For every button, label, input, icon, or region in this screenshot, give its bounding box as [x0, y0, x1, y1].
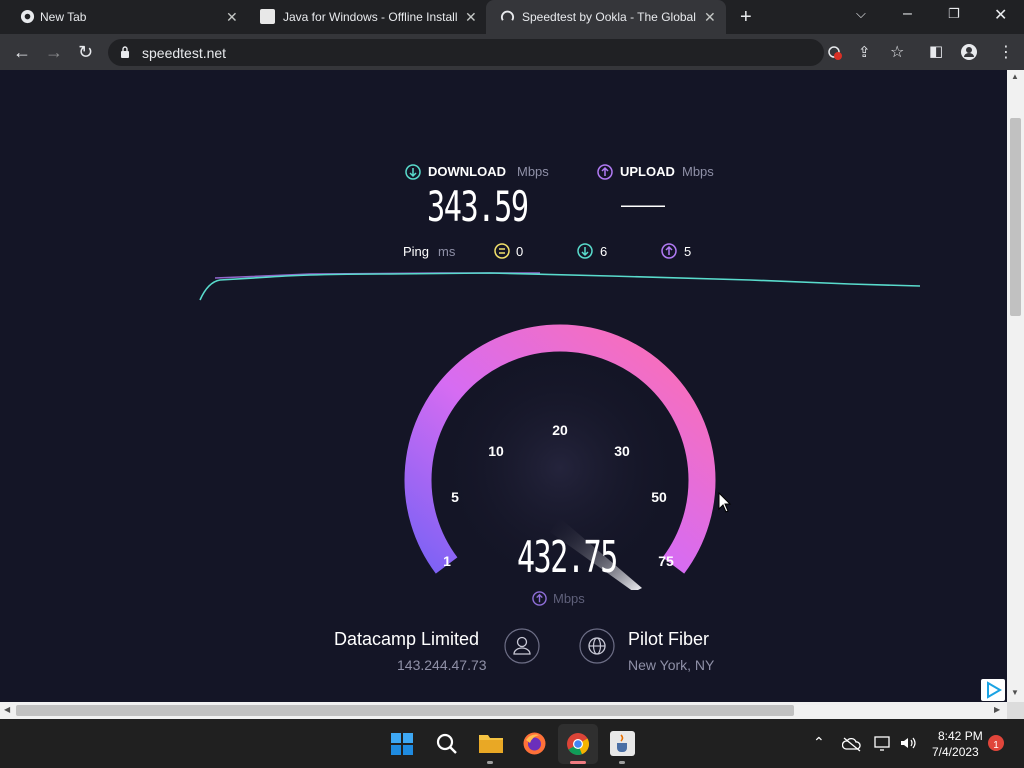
- download-graph-line: [199, 272, 921, 301]
- restore-icon[interactable]: ❐: [948, 6, 960, 22]
- tick-75: 75: [658, 553, 674, 569]
- gauge-value: 432.75: [517, 532, 618, 583]
- forward-arrow-icon[interactable]: →: [45, 42, 63, 63]
- clock-date[interactable]: 7/4/2023: [932, 745, 979, 759]
- download-unit: Mbps: [517, 164, 549, 179]
- tab-strip: New Tab ✕ Java for Windows - Offline Ins…: [0, 0, 1024, 34]
- ping-upload-value: 5: [684, 244, 692, 259]
- scroll-right-icon[interactable]: ▶: [994, 705, 1000, 714]
- chrome-active-indicator: [570, 761, 586, 764]
- download-value: 343.59: [427, 182, 529, 231]
- tick-1: 1: [443, 553, 451, 569]
- scroll-up-icon[interactable]: ▲: [1011, 72, 1019, 81]
- gauge-unit: Mbps: [553, 591, 585, 606]
- tab-java[interactable]: Java for Windows - Offline Install ✕: [246, 0, 486, 34]
- close-window-icon[interactable]: ✕: [994, 5, 1007, 25]
- side-panel-icon[interactable]: ◧: [929, 42, 943, 60]
- show-hidden-icons-icon[interactable]: ⌃: [813, 734, 825, 751]
- download-label: DOWNLOAD: [428, 164, 506, 179]
- upload-arrow-icon: [597, 164, 613, 180]
- file-explorer-icon[interactable]: [478, 731, 504, 755]
- java-cup-icon: [617, 734, 627, 752]
- tab-label: Java for Windows - Offline Install: [283, 10, 458, 24]
- scroll-corner: [1007, 702, 1024, 719]
- clock-time[interactable]: 8:42 PM: [938, 729, 983, 743]
- new-tab-button[interactable]: +: [740, 6, 752, 29]
- globe-icon[interactable]: [579, 628, 615, 664]
- tab-search-icon[interactable]: ⌵: [856, 6, 866, 22]
- tick-10: 10: [488, 443, 504, 459]
- java-running-indicator: [619, 761, 625, 764]
- file-explorer-running-indicator: [487, 761, 493, 764]
- notification-badge[interactable]: 1: [988, 735, 1004, 751]
- ping-idle-icon: [494, 243, 510, 259]
- provider-name: Datacamp Limited: [334, 629, 480, 649]
- user-icon[interactable]: [504, 628, 540, 664]
- server-location: New York, NY: [628, 657, 715, 673]
- ping-idle-value: 0: [516, 244, 524, 259]
- tab-label: New Tab: [40, 10, 87, 24]
- adchoices-icon: [987, 681, 1002, 699]
- firefox-icon[interactable]: [522, 731, 547, 756]
- windows-start-icon[interactable]: [390, 732, 414, 756]
- tab-new-tab[interactable]: New Tab ✕: [0, 0, 246, 34]
- tick-5: 5: [451, 489, 459, 505]
- download-arrow-icon: [405, 164, 421, 180]
- network-icon[interactable]: [874, 735, 892, 751]
- chrome-taskbar-icon[interactable]: [566, 732, 590, 756]
- horizontal-scrollbar[interactable]: ◀ ▶: [0, 702, 1007, 719]
- minimize-icon[interactable]: –: [903, 5, 912, 23]
- horizontal-scroll-thumb[interactable]: [16, 705, 794, 716]
- url-text[interactable]: speedtest.net: [142, 45, 226, 61]
- chrome-icon: [20, 9, 35, 24]
- scroll-down-icon[interactable]: ▼: [1011, 688, 1019, 697]
- ad-badge[interactable]: [981, 679, 1005, 701]
- tick-20: 20: [552, 422, 568, 438]
- gauge-upload-icon: [532, 591, 547, 606]
- provider-ip: 143.244.47.73: [397, 657, 487, 673]
- upload-label: UPLOAD: [620, 164, 675, 179]
- speedtest-icon: [500, 10, 515, 21]
- volume-icon[interactable]: [899, 735, 917, 751]
- speedtest-page: DOWNLOAD Mbps 343.59 UPLOAD Mbps —— Ping…: [0, 70, 1007, 702]
- close-tab-icon[interactable]: ✕: [704, 9, 716, 26]
- tick-30: 30: [614, 443, 630, 459]
- notification-count: 1: [993, 740, 999, 751]
- tab-label: Speedtest by Ookla - The Global: [522, 10, 696, 24]
- scroll-left-icon[interactable]: ◀: [4, 705, 10, 714]
- vertical-scrollbar[interactable]: ▲ ▼: [1007, 70, 1024, 702]
- menu-kebab-icon[interactable]: ⋮: [998, 42, 1014, 62]
- upload-value: ——: [621, 192, 665, 217]
- search-icon[interactable]: [435, 732, 459, 756]
- windows-taskbar: ⌃ 8:42 PM 7/4/2023 1: [0, 719, 1024, 768]
- mouse-cursor-icon: [718, 492, 732, 513]
- close-tab-icon[interactable]: ✕: [465, 9, 477, 26]
- ping-unit: ms: [438, 244, 456, 259]
- upload-unit: Mbps: [682, 164, 714, 179]
- onedrive-offline-icon[interactable]: [842, 736, 862, 752]
- java-icon: [260, 9, 275, 24]
- tick-50: 50: [651, 489, 667, 505]
- tab-speedtest[interactable]: Speedtest by Ookla - The Global ✕: [486, 0, 726, 34]
- speed-graph: [199, 272, 921, 301]
- vertical-scroll-thumb[interactable]: [1010, 118, 1021, 316]
- close-tab-icon[interactable]: ✕: [226, 9, 238, 26]
- server-name[interactable]: Pilot Fiber: [628, 629, 709, 650]
- ping-label: Ping: [403, 244, 430, 259]
- profile-icon[interactable]: [961, 44, 977, 60]
- back-arrow-icon[interactable]: ←: [13, 42, 31, 63]
- share-icon[interactable]: ⇪: [858, 43, 871, 61]
- ping-download-icon: [577, 243, 593, 259]
- lock-icon[interactable]: [120, 46, 130, 58]
- ping-download-value: 6: [600, 244, 608, 259]
- blocked-icon[interactable]: [827, 45, 843, 61]
- ping-upload-icon: [661, 243, 677, 259]
- reload-icon[interactable]: ↻: [78, 42, 93, 63]
- bookmark-star-icon[interactable]: ☆: [890, 42, 904, 62]
- java-taskbar-icon[interactable]: [610, 731, 635, 756]
